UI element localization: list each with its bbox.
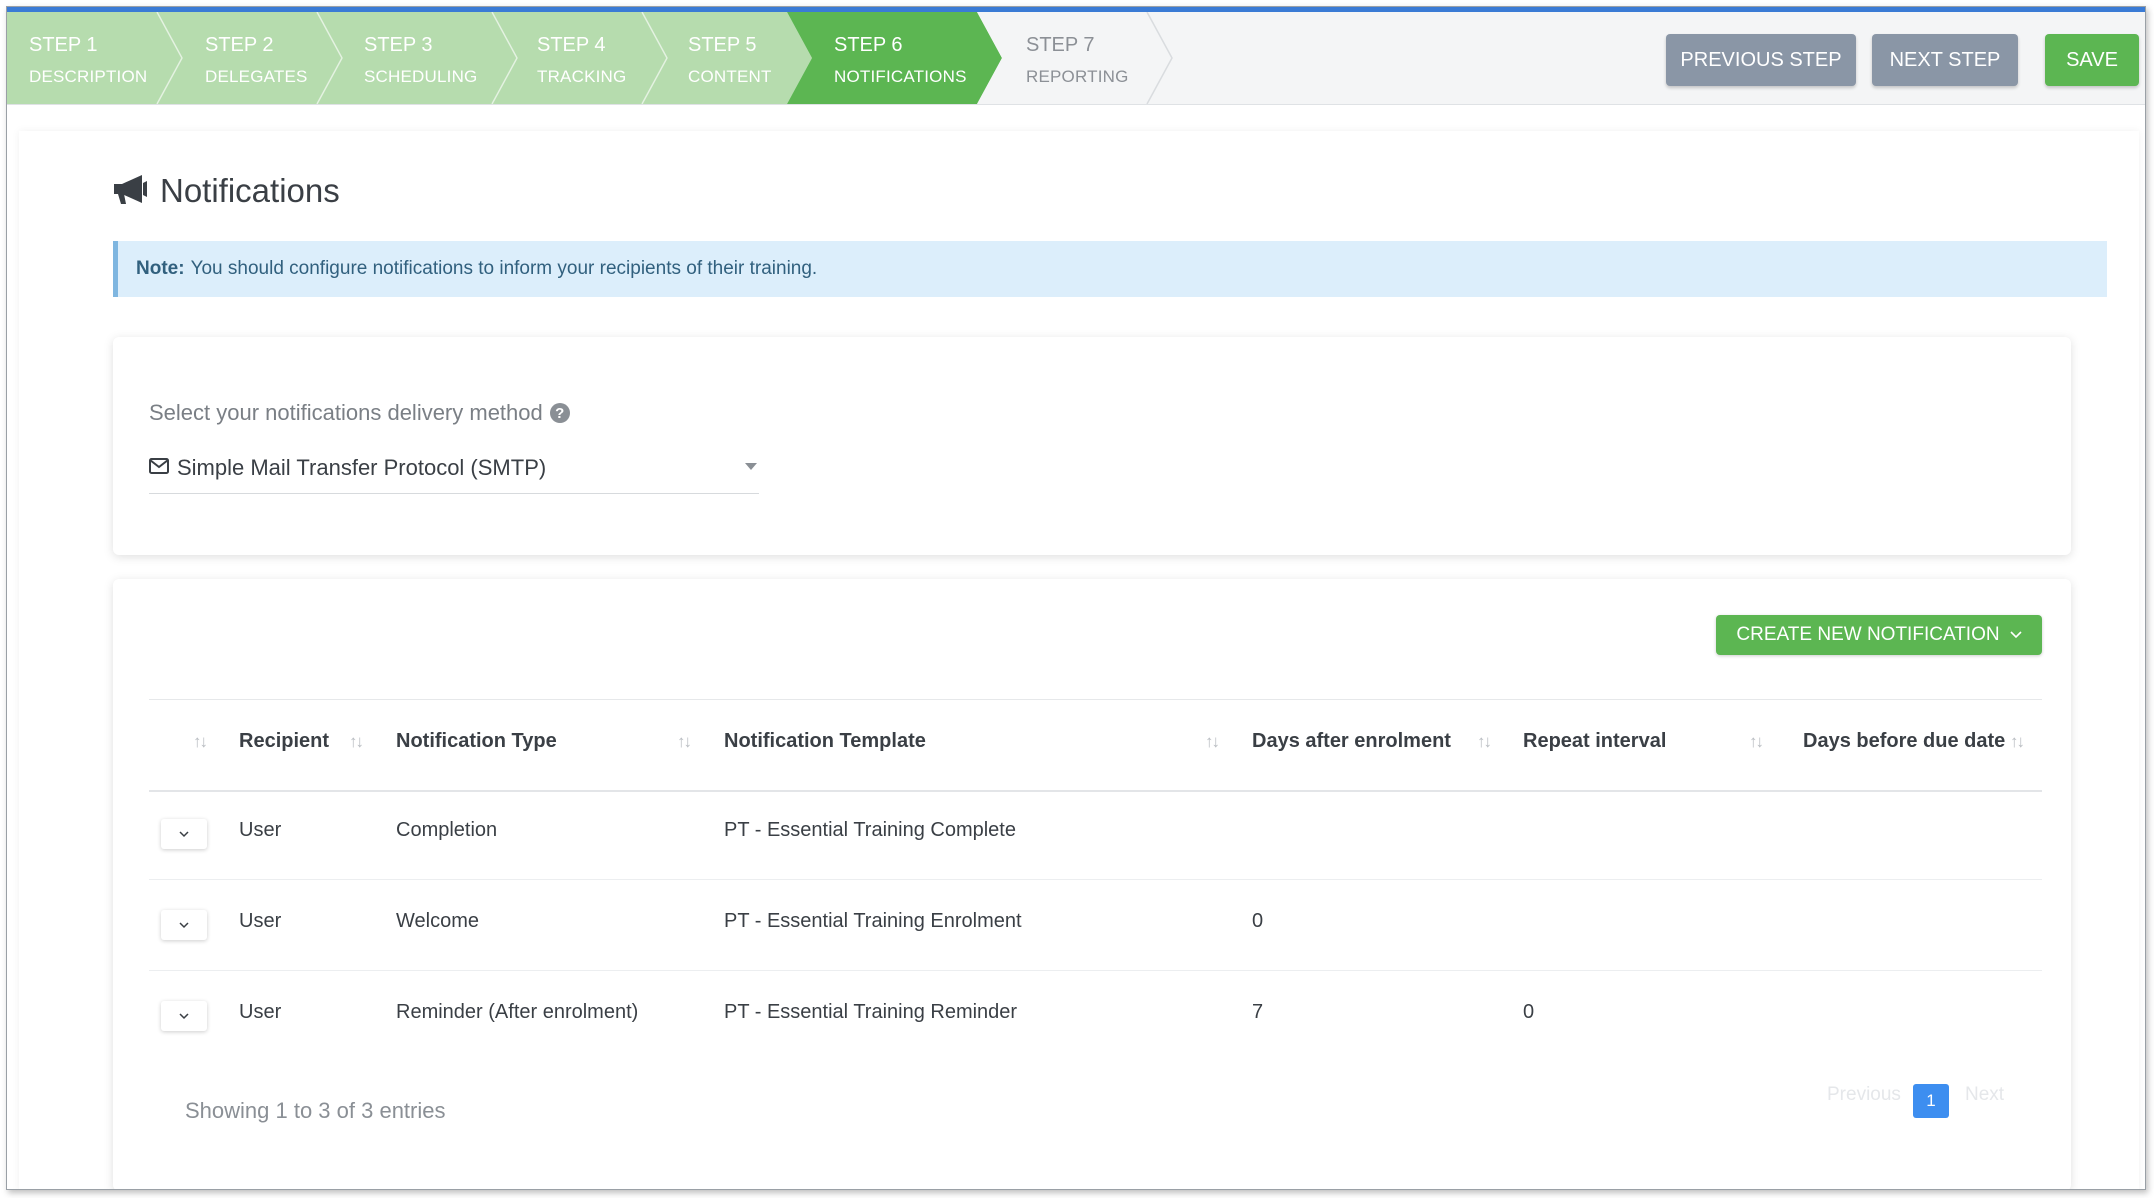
step-name: DESCRIPTION	[29, 67, 148, 86]
wizard-steps-shapes	[7, 12, 1173, 104]
delivery-method-card: Select your notifications delivery metho…	[113, 337, 2071, 555]
step-number: STEP 6	[834, 34, 903, 56]
bullhorn-icon	[112, 173, 150, 210]
chevron-down-icon	[178, 1007, 190, 1025]
step-4-shape	[492, 12, 667, 104]
sort-icon-days-before-due-date[interactable]: ↑↓	[2010, 732, 2025, 752]
cell-notification-type: Reminder (After enrolment)	[396, 1001, 639, 1023]
delivery-method-label-text: Select your notifications delivery metho…	[149, 400, 543, 425]
column-header-repeat-interval[interactable]: Repeat interval	[1523, 730, 1666, 753]
pagination-previous[interactable]: Previous	[1827, 1084, 1901, 1106]
cell-days-after-enrolment: 7	[1252, 1001, 1264, 1023]
cell-notification-template: PT - Essential Training Complete	[724, 819, 1016, 841]
step-number: STEP 2	[205, 34, 274, 56]
previous-step-button[interactable]: PREVIOUS STEP	[1666, 34, 1856, 86]
step-name: TRACKING	[537, 67, 627, 86]
step-number: STEP 4	[537, 34, 606, 56]
app-window: STEP 1 DESCRIPTION STEP 2 DELEGATES STEP…	[6, 6, 2146, 1190]
wizard-steps: STEP 1 DESCRIPTION STEP 2 DELEGATES STEP…	[7, 12, 1177, 104]
table-row: User Completion PT - Essential Training …	[149, 789, 2042, 880]
step-name: SCHEDULING	[364, 67, 478, 86]
column-header-notification-type[interactable]: Notification Type	[396, 730, 557, 753]
sort-icon-repeat-interval[interactable]: ↑↓	[1749, 732, 1764, 752]
chevron-down-icon	[178, 825, 190, 843]
row-expand-button[interactable]	[161, 910, 207, 940]
column-header-recipient[interactable]: Recipient	[239, 730, 329, 753]
chevron-down-icon	[178, 916, 190, 934]
delivery-method-label: Select your notifications delivery metho…	[149, 400, 570, 426]
page-title: Notifications	[112, 171, 340, 211]
column-header-days-after-enrolment[interactable]: Days after enrolment	[1252, 730, 1451, 753]
step-name: REPORTING	[1026, 67, 1129, 86]
main-content: Notifications Note: You should configure…	[19, 131, 2139, 1189]
cell-recipient: User	[239, 910, 282, 932]
table-info: Showing 1 to 3 of 3 entries	[185, 1098, 446, 1123]
step-3-shape	[317, 12, 517, 104]
cell-repeat-interval: 0	[1523, 1001, 1535, 1023]
step-name: NOTIFICATIONS	[834, 67, 967, 86]
cell-recipient: User	[239, 1001, 282, 1023]
create-new-notification-label: CREATE NEW NOTIFICATION	[1736, 624, 2000, 645]
step-number: STEP 1	[29, 34, 98, 56]
step-number: STEP 7	[1026, 34, 1095, 56]
envelope-icon	[149, 457, 169, 479]
note-label: Note:	[136, 258, 185, 279]
question-circle-icon[interactable]: ?	[549, 403, 570, 423]
page-title-text: Notifications	[160, 172, 340, 209]
sort-icon-notification-template[interactable]: ↑↓	[1205, 732, 1220, 752]
note-text: You should configure notifications to in…	[190, 258, 818, 279]
step-7-shape	[977, 12, 1172, 104]
cell-notification-template: PT - Essential Training Reminder	[724, 1001, 1018, 1023]
pagination-current-page[interactable]: 1	[1913, 1084, 1949, 1118]
sort-icon-recipient[interactable]: ↑↓	[349, 732, 364, 752]
step-name: CONTENT	[688, 67, 772, 86]
create-new-notification-button[interactable]: CREATE NEW NOTIFICATION	[1716, 615, 2042, 655]
note-alert: Note: You should configure notifications…	[113, 241, 2107, 297]
sort-icon-days-after-enrolment[interactable]: ↑↓	[1477, 732, 1492, 752]
cell-notification-type: Welcome	[396, 910, 479, 932]
step-6-shape	[787, 12, 1002, 104]
delivery-method-value: Simple Mail Transfer Protocol (SMTP)	[177, 455, 547, 480]
notifications-card: CREATE NEW NOTIFICATION ↑↓ Recipient ↑↓ …	[113, 579, 2071, 1189]
sort-icon-expand[interactable]: ↑↓	[193, 732, 208, 752]
step-number: STEP 5	[688, 34, 757, 56]
sort-icon-notification-type[interactable]: ↑↓	[677, 732, 692, 752]
wizard-toolbar: STEP 1 DESCRIPTION STEP 2 DELEGATES STEP…	[7, 12, 2145, 105]
next-step-button[interactable]: NEXT STEP	[1872, 34, 2018, 86]
cell-notification-template: PT - Essential Training Enrolment	[724, 910, 1022, 932]
cell-recipient: User	[239, 819, 282, 841]
table-header: ↑↓ Recipient ↑↓ Notification Type ↑↓ Not…	[149, 699, 2042, 792]
cell-days-after-enrolment: 0	[1252, 910, 1264, 932]
pagination-next[interactable]: Next	[1965, 1084, 2004, 1106]
row-expand-button[interactable]	[161, 819, 207, 849]
caret-down-icon	[745, 463, 757, 470]
column-header-days-before-due-date[interactable]: Days before due date	[1803, 730, 2005, 753]
table-row: User Welcome PT - Essential Training Enr…	[149, 880, 2042, 971]
delivery-method-select[interactable]: Simple Mail Transfer Protocol (SMTP)	[149, 443, 759, 494]
row-expand-button[interactable]	[161, 1001, 207, 1031]
column-header-notification-template[interactable]: Notification Template	[724, 730, 926, 753]
step-1-shape	[7, 12, 182, 104]
step-name: DELEGATES	[205, 67, 308, 86]
cell-notification-type: Completion	[396, 819, 498, 841]
step-2-shape	[157, 12, 342, 104]
save-button[interactable]: SAVE	[2045, 34, 2139, 86]
table-row: User Reminder (After enrolment) PT - Ess…	[149, 971, 2042, 1061]
chevron-down-icon	[2010, 628, 2022, 642]
step-number: STEP 3	[364, 34, 433, 56]
